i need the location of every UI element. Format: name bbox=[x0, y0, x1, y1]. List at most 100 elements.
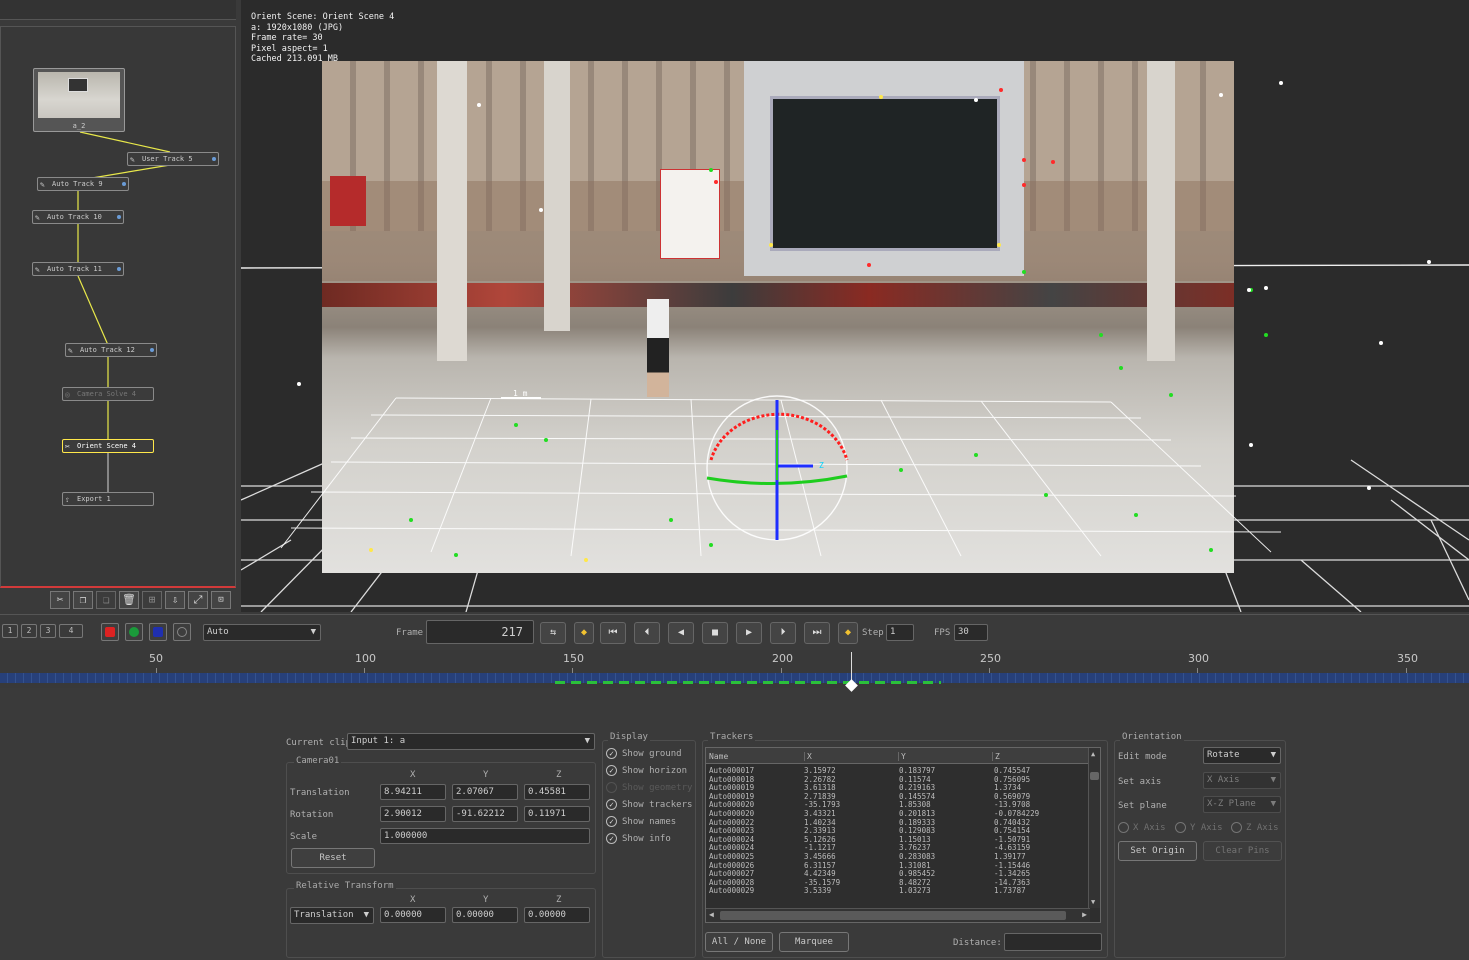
display-item[interactable]: ✓ Show trackers bbox=[606, 799, 696, 813]
zoom-icon[interactable]: ⊡ bbox=[211, 591, 231, 609]
step-label: Step bbox=[862, 628, 884, 638]
set-axis-select[interactable]: X Axis ▼ bbox=[1203, 772, 1281, 789]
keyframe-prev-icon[interactable]: ◆ bbox=[574, 622, 594, 644]
relative-x-input[interactable]: 0.00000 bbox=[380, 907, 446, 923]
node-auto-track-10[interactable]: ✎ Auto Track 10 bbox=[32, 210, 124, 224]
edit-mode-select[interactable]: Rotate ▼ bbox=[1203, 747, 1281, 764]
current-clip-select[interactable]: Input 1: a ▼ bbox=[347, 733, 595, 750]
fps-input[interactable]: 30 bbox=[954, 624, 988, 641]
translation-x-input[interactable]: 8.94211 bbox=[380, 784, 446, 800]
scissors-icon[interactable]: ✂ bbox=[50, 591, 70, 609]
translation-z-input[interactable]: 0.45581 bbox=[524, 784, 590, 800]
step-input[interactable]: 1 bbox=[886, 624, 914, 641]
vertical-scrollbar[interactable]: ▲ ▼ bbox=[1088, 748, 1100, 908]
radio-icon[interactable] bbox=[1231, 822, 1242, 833]
paste-icon[interactable]: ❏ bbox=[96, 591, 116, 609]
auto-track-icon: ✎ bbox=[40, 180, 45, 189]
relative-z-input[interactable]: 0.00000 bbox=[524, 907, 590, 923]
frame-input[interactable]: 217 bbox=[426, 620, 534, 644]
horizontal-scrollbar[interactable]: ◀ ▶ bbox=[706, 908, 1090, 922]
fit-icon[interactable]: ⤢ bbox=[188, 591, 208, 609]
set-plane-select[interactable]: X-Z Plane ▼ bbox=[1203, 796, 1281, 813]
node-export[interactable]: ⇪ Export 1 bbox=[62, 492, 154, 506]
scale-input[interactable]: 1.000000 bbox=[380, 828, 590, 844]
column-header-z[interactable]: Z bbox=[992, 752, 1088, 761]
play-reverse-icon[interactable]: ◀ bbox=[668, 622, 694, 644]
green-channel-button[interactable] bbox=[125, 623, 143, 641]
view-2-button[interactable]: 2 bbox=[21, 624, 37, 638]
blue-channel-button[interactable] bbox=[149, 623, 167, 641]
loop-icon[interactable]: ⇆ bbox=[540, 622, 566, 644]
table-cell: Auto000029 bbox=[709, 886, 755, 896]
play-icon[interactable]: ▶ bbox=[736, 622, 762, 644]
view-4-button[interactable]: 4 bbox=[59, 624, 83, 638]
rotation-x-input[interactable]: 2.90012 bbox=[380, 806, 446, 822]
select-value: Input 1: a bbox=[351, 736, 406, 746]
scroll-up-icon[interactable]: ▲ bbox=[1091, 750, 1095, 758]
display-item[interactable]: ✓ Show horizon bbox=[606, 765, 696, 779]
checkbox-checked-icon[interactable]: ✓ bbox=[606, 748, 617, 759]
step-forward-icon[interactable]: ⏵ bbox=[770, 622, 796, 644]
skip-to-start-icon[interactable]: ⏮ bbox=[600, 622, 626, 644]
clear-pins-button[interactable]: Clear Pins bbox=[1203, 841, 1282, 861]
node-label: Export 1 bbox=[77, 495, 111, 503]
node-thumbnail[interactable]: a_2 bbox=[33, 68, 125, 132]
radio-y-axis[interactable]: Y Axis bbox=[1175, 822, 1227, 834]
scroll-right-icon[interactable]: ▶ bbox=[1082, 910, 1087, 919]
display-item[interactable]: ✓ Show info bbox=[606, 833, 696, 847]
viewer-panel[interactable]: Z 1 m Orient Scene: Orient Scene 4 a: 19… bbox=[241, 0, 1469, 612]
alpha-channel-button[interactable] bbox=[173, 623, 191, 641]
relative-mode-select[interactable]: Translation ▼ bbox=[290, 907, 374, 924]
distance-input[interactable] bbox=[1004, 933, 1102, 951]
marquee-button[interactable]: Marquee bbox=[779, 932, 849, 952]
rotation-y-input[interactable]: -91.62212 bbox=[452, 806, 518, 822]
group-icon[interactable]: ⊞ bbox=[142, 591, 162, 609]
red-channel-button[interactable] bbox=[101, 623, 119, 641]
scroll-left-icon[interactable]: ◀ bbox=[709, 910, 714, 919]
view-3-button[interactable]: 3 bbox=[40, 624, 56, 638]
scroll-thumb[interactable] bbox=[1090, 772, 1099, 780]
relative-y-input[interactable]: 0.00000 bbox=[452, 907, 518, 923]
trackers-table[interactable]: Name X Y Z Auto000017 3.15972 0.183797 0.74… bbox=[705, 747, 1101, 923]
radio-z-axis[interactable]: Z Axis bbox=[1231, 822, 1283, 834]
delete-icon[interactable]: 🗑 bbox=[119, 591, 139, 609]
radio-icon[interactable] bbox=[1175, 822, 1186, 833]
radio-icon[interactable] bbox=[1118, 822, 1129, 833]
scroll-down-icon[interactable]: ▼ bbox=[1091, 898, 1095, 906]
rotation-z-input[interactable]: 0.11971 bbox=[524, 806, 590, 822]
node-auto-track-12[interactable]: ✎ Auto Track 12 bbox=[65, 343, 157, 357]
node-auto-track-11[interactable]: ✎ Auto Track 11 bbox=[32, 262, 124, 276]
scroll-thumb[interactable] bbox=[720, 911, 1066, 920]
column-header-x[interactable]: X bbox=[804, 752, 894, 761]
node-user-track[interactable]: ✎ User Track 5 bbox=[127, 152, 219, 166]
reset-button[interactable]: Reset bbox=[291, 848, 375, 868]
checkbox-checked-icon[interactable]: ✓ bbox=[606, 799, 617, 810]
column-header-name[interactable]: Name bbox=[709, 752, 797, 761]
display-item[interactable]: Show geometry bbox=[606, 782, 696, 796]
display-item[interactable]: ✓ Show ground bbox=[606, 748, 696, 762]
view-1-button[interactable]: 1 bbox=[2, 624, 18, 638]
column-header-y[interactable]: Y bbox=[898, 752, 988, 761]
node-orient-scene[interactable]: ✂ Orient Scene 4 bbox=[62, 439, 154, 453]
translation-label: Translation bbox=[290, 788, 350, 798]
checkbox-unchecked-icon[interactable] bbox=[606, 782, 617, 793]
keyframe-next-icon[interactable]: ◆ bbox=[838, 622, 858, 644]
display-item[interactable]: ✓ Show names bbox=[606, 816, 696, 830]
node-auto-track-9[interactable]: ✎ Auto Track 9 bbox=[37, 177, 129, 191]
translation-y-input[interactable]: 2.07067 bbox=[452, 784, 518, 800]
radio-x-axis[interactable]: X Axis bbox=[1118, 822, 1170, 834]
stop-icon[interactable]: ■ bbox=[702, 622, 728, 644]
import-icon[interactable]: ⇩ bbox=[165, 591, 185, 609]
table-row[interactable]: Auto000029 3.5339 1.03273 1.73787 bbox=[709, 887, 1089, 896]
checkbox-checked-icon[interactable]: ✓ bbox=[606, 816, 617, 827]
color-mode-select[interactable]: Auto ▼ bbox=[203, 624, 321, 641]
y-header: Y bbox=[483, 895, 489, 905]
skip-to-end-icon[interactable]: ⏭ bbox=[804, 622, 830, 644]
all-none-button[interactable]: All / None bbox=[705, 932, 773, 952]
set-origin-button[interactable]: Set Origin bbox=[1118, 841, 1197, 861]
copy-icon[interactable]: ❐ bbox=[73, 591, 93, 609]
node-camera-solve[interactable]: ◎ Camera Solve 4 bbox=[62, 387, 154, 401]
checkbox-checked-icon[interactable]: ✓ bbox=[606, 765, 617, 776]
checkbox-checked-icon[interactable]: ✓ bbox=[606, 833, 617, 844]
step-back-icon[interactable]: ⏴ bbox=[634, 622, 660, 644]
